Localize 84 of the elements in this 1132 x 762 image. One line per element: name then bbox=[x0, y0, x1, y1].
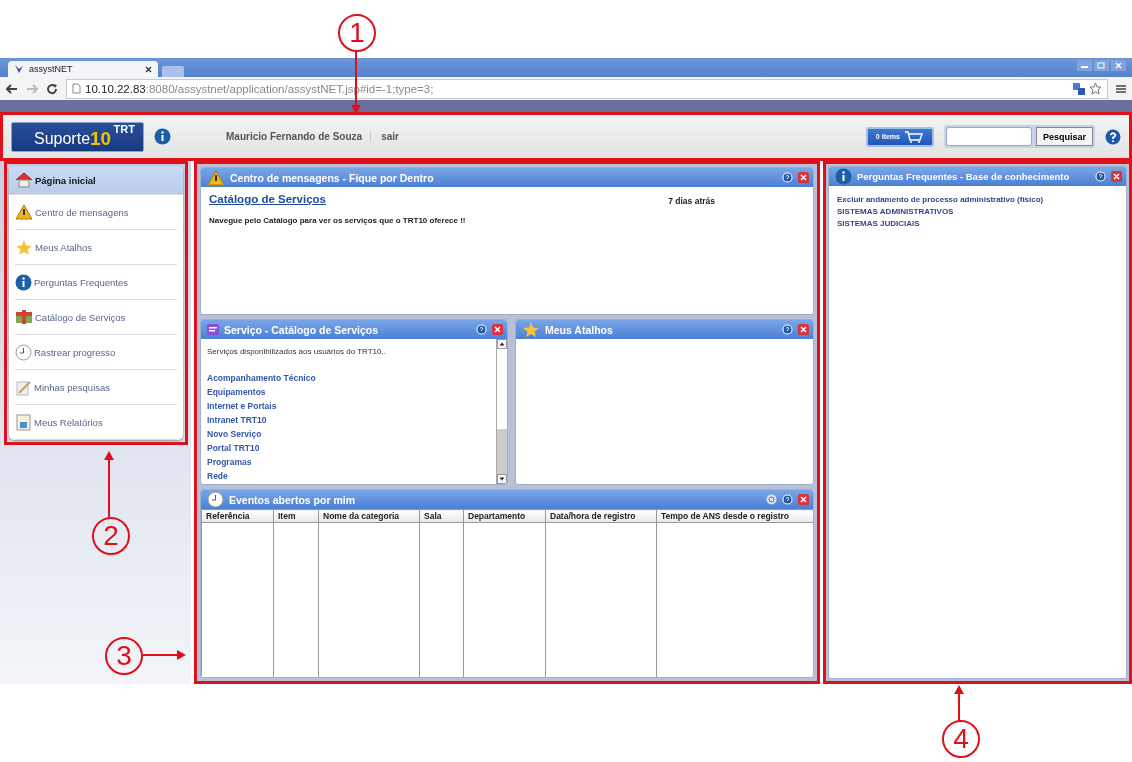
column-header[interactable]: Data/hora de registro bbox=[545, 509, 657, 523]
catalog-icon bbox=[15, 310, 33, 324]
service-link[interactable]: Rede bbox=[207, 469, 490, 483]
report-icon bbox=[15, 413, 32, 431]
sidebar-item[interactable]: Centro de mensagens bbox=[15, 195, 177, 230]
close-icon[interactable] bbox=[798, 172, 809, 183]
browser-tab[interactable]: assystNET bbox=[8, 61, 158, 77]
sidebar-item[interactable]: Meus Relatórios bbox=[15, 405, 177, 440]
translate-icon[interactable] bbox=[1073, 82, 1085, 95]
house-icon bbox=[15, 172, 33, 188]
pencil-icon bbox=[15, 378, 32, 396]
refresh-icon[interactable] bbox=[766, 494, 777, 505]
help-icon[interactable] bbox=[782, 172, 793, 183]
star-icon bbox=[522, 321, 540, 338]
help-icon[interactable] bbox=[782, 324, 793, 335]
message-text: Navegue pelo Catálogo para ver os serviços que o TRT10 oferece !! bbox=[209, 216, 467, 225]
services-intro: Serviços disponibilizados aos usuários do TRT10.. bbox=[207, 347, 387, 356]
bird-icon bbox=[14, 64, 24, 74]
panel-title: Meus Atalhos bbox=[545, 323, 614, 336]
menu-icon[interactable] bbox=[1116, 83, 1126, 94]
service-link[interactable]: Internet e Portais bbox=[207, 399, 490, 413]
note-icon bbox=[207, 324, 219, 335]
column-header[interactable]: Item bbox=[273, 509, 319, 523]
service-link[interactable]: Novo Serviço bbox=[207, 427, 490, 441]
service-link[interactable]: Programas bbox=[207, 455, 490, 469]
service-link[interactable]: Intranet TRT10 bbox=[207, 413, 490, 427]
scroll-up-icon[interactable] bbox=[497, 339, 507, 349]
page-icon bbox=[72, 83, 81, 94]
faq-link[interactable]: SISTEMAS JUDICIAIS bbox=[837, 218, 1118, 230]
service-link[interactable]: Portal TRT10 bbox=[207, 441, 490, 455]
sidebar-item[interactable]: Catálogo de Serviços bbox=[15, 300, 177, 335]
info-icon bbox=[154, 128, 171, 145]
close-icon[interactable] bbox=[1111, 171, 1122, 182]
help-icon[interactable] bbox=[782, 494, 793, 505]
callout-number: 3 bbox=[105, 637, 143, 675]
logo: TRT Suporte10 bbox=[11, 121, 144, 152]
help-icon[interactable] bbox=[1105, 128, 1121, 145]
back-arrow-icon[interactable] bbox=[6, 83, 18, 94]
scrollbar[interactable] bbox=[496, 339, 507, 484]
faq-link[interactable]: SISTEMAS ADMINISTRATIVOS bbox=[837, 206, 1118, 218]
column-header[interactable]: Tempo de ANS desde o registro bbox=[656, 509, 813, 523]
panel-title: Serviço - Catálogo de Serviços bbox=[224, 323, 380, 336]
faq-link[interactable]: Excluir andamento de processo administrativo (físico) bbox=[837, 194, 1118, 206]
panel-title: Perguntas Frequentes - Base de conhecimento bbox=[857, 171, 1071, 182]
logout-link[interactable]: sair bbox=[381, 131, 399, 142]
cart-icon bbox=[903, 130, 924, 143]
close-icon[interactable] bbox=[492, 324, 503, 335]
warning-icon bbox=[207, 169, 225, 186]
search-field[interactable] bbox=[945, 127, 1032, 146]
help-icon[interactable] bbox=[1095, 171, 1106, 182]
service-link[interactable]: Equipamentos bbox=[207, 385, 490, 399]
message-link[interactable]: Catálogo de Serviços bbox=[209, 193, 326, 206]
star-icon bbox=[15, 238, 33, 256]
star-icon[interactable] bbox=[1089, 82, 1102, 95]
column-header[interactable]: Departamento bbox=[463, 509, 546, 523]
column-header[interactable]: Nome da categoria bbox=[318, 509, 420, 523]
column-header[interactable]: Sala bbox=[419, 509, 464, 523]
sidebar-item[interactable]: Rastrear progresso bbox=[15, 335, 177, 370]
callout-number: 2 bbox=[92, 517, 130, 555]
service-link[interactable]: Acompanhamento Técnico bbox=[207, 371, 490, 385]
warning-icon bbox=[15, 204, 33, 220]
close-icon[interactable] bbox=[798, 494, 809, 505]
clock-icon bbox=[15, 343, 32, 361]
message-age: 7 dias atrás bbox=[668, 196, 715, 206]
callout-number: 1 bbox=[338, 14, 376, 52]
sidebar-item[interactable]: Meus Atalhos bbox=[15, 230, 177, 265]
callout-arrow bbox=[141, 649, 187, 661]
callout-arrow bbox=[953, 684, 965, 721]
callout-arrow bbox=[103, 450, 115, 517]
sidebar-item[interactable]: Perguntas Frequentes bbox=[15, 265, 177, 300]
scroll-down-icon[interactable] bbox=[497, 474, 507, 484]
info-icon bbox=[15, 273, 32, 291]
sidebar-item[interactable]: Página inicial bbox=[9, 166, 183, 195]
column-header[interactable]: Referência bbox=[201, 509, 274, 523]
search-button[interactable]: Pesquisar bbox=[1035, 127, 1093, 146]
user-name: Mauricio Fernando de Souza bbox=[226, 131, 372, 142]
panel-title: Eventos abertos por mim bbox=[229, 493, 357, 506]
callout-number: 4 bbox=[942, 720, 980, 758]
panel-title: Centro de mensagens - Fique por Dentro bbox=[230, 171, 435, 184]
close-icon[interactable] bbox=[798, 324, 809, 335]
close-icon[interactable] bbox=[145, 65, 152, 73]
sidebar-item[interactable]: Minhas pesquisas bbox=[15, 370, 177, 405]
reload-icon[interactable] bbox=[46, 82, 58, 95]
help-icon[interactable] bbox=[476, 324, 487, 335]
